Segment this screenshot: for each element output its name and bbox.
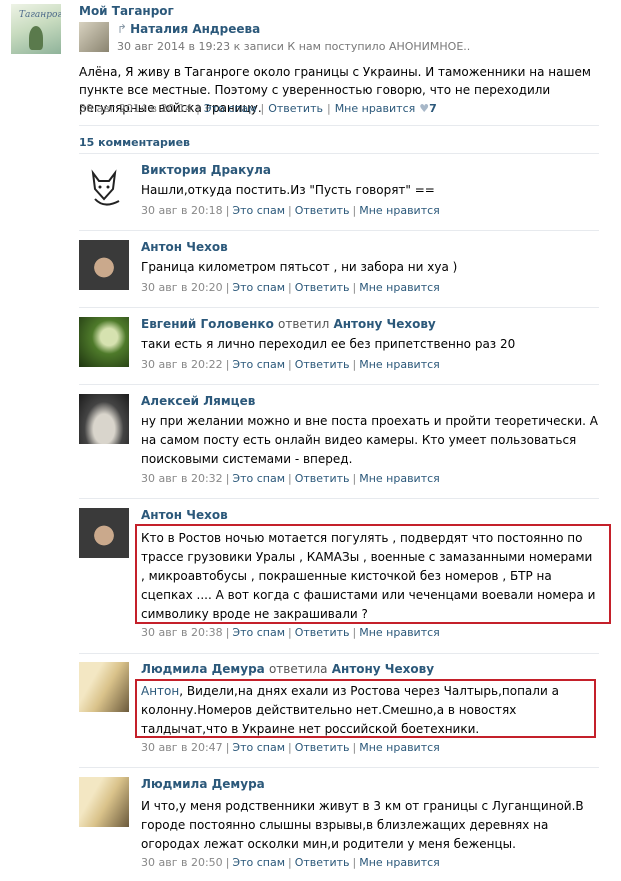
comment-date[interactable]: 30 авг в 20:32 <box>141 472 223 485</box>
comment-text: ну при желании можно и вне поста проехат… <box>141 414 598 466</box>
reply-link[interactable]: Ответить <box>295 358 350 371</box>
post-like-count[interactable]: 7 <box>429 102 437 115</box>
comment: Евгений Головенко ответил Антону Чехову … <box>79 317 599 379</box>
heart-icon[interactable]: ♥ <box>419 102 429 115</box>
group-avatar[interactable]: Таганрог <box>11 4 61 54</box>
spam-link[interactable]: Это спам <box>232 358 285 371</box>
commenter-avatar[interactable] <box>79 662 129 712</box>
divider <box>79 125 599 126</box>
comment-author[interactable]: Людмила Демура <box>141 662 265 676</box>
comment-date[interactable]: 30 авг в 20:20 <box>141 281 223 294</box>
commenter-avatar[interactable] <box>79 777 129 827</box>
divider <box>79 230 599 231</box>
comment-author-line: Людмила Демура ответила Антону Чехову <box>141 662 434 676</box>
comment-author[interactable]: Алексей Лямцев <box>141 394 255 408</box>
group-name-link[interactable]: Мой Таганрог <box>79 4 174 18</box>
like-link[interactable]: Мне нравится <box>359 856 440 869</box>
comment: Антон Чехов Граница километром пятьсот ,… <box>79 240 599 302</box>
spam-link[interactable]: Это спам <box>232 472 285 485</box>
reply-to-link[interactable]: Антону Чехову <box>333 317 435 331</box>
comment-meta: 30 авг в 20:18 | Это спам | Ответить | Мне нра… <box>141 204 440 217</box>
post-reply-link[interactable]: Ответить <box>268 102 323 115</box>
comment-meta: 30 авг в 20:22 | Это спам | Ответить | Мне нра… <box>141 358 440 371</box>
divider <box>79 153 599 154</box>
commenter-avatar[interactable] <box>79 317 129 367</box>
post-like-link[interactable]: Мне нравится <box>335 102 416 115</box>
repost-author-link[interactable]: Наталия Андреева <box>130 22 260 36</box>
comment-date[interactable]: 30 авг в 20:18 <box>141 204 223 217</box>
comment-author[interactable]: Антон Чехов <box>141 240 228 254</box>
divider <box>79 767 599 768</box>
reply-link[interactable]: Ответить <box>295 741 350 754</box>
repost-arrow-icon: ↱ <box>117 22 128 36</box>
like-link[interactable]: Мне нравится <box>359 741 440 754</box>
divider <box>79 384 599 385</box>
comment: Алексей Лямцев ну при желании можно и вн… <box>79 394 599 492</box>
spam-link[interactable]: Это спам <box>232 281 285 294</box>
like-link[interactable]: Мне нравится <box>359 358 440 371</box>
like-link[interactable]: Мне нравится <box>359 472 440 485</box>
comment: Виктория Дракула Нашли,откуда постить.Из… <box>79 163 599 225</box>
spam-link[interactable]: Это спам <box>232 626 285 639</box>
comment-meta: 30 авг в 20:47 | Это спам | Ответить | Мне нра… <box>141 741 440 754</box>
like-link[interactable]: Мне нравится <box>359 204 440 217</box>
comment-author[interactable]: Евгений Головенко <box>141 317 274 331</box>
repost-author: ↱ Наталия Андреева <box>117 22 260 36</box>
comment-meta: 30 авг в 20:50 | Это спам | Ответить | Мне нра… <box>141 856 440 869</box>
divider <box>79 653 599 654</box>
comment-author[interactable]: Антон Чехов <box>141 508 228 522</box>
spam-link[interactable]: Это спам <box>232 856 285 869</box>
spam-link[interactable]: Это спам <box>232 741 285 754</box>
comment-meta: 30 авг в 20:38 | Это спам | Ответить | Мне нра… <box>141 626 440 639</box>
like-link[interactable]: Мне нравится <box>359 626 440 639</box>
comment-author-line: Евгений Головенко ответил Антону Чехову <box>141 317 436 331</box>
comment-author[interactable]: Людмила Демура <box>141 777 265 791</box>
like-link[interactable]: Мне нравится <box>359 281 440 294</box>
divider <box>79 498 599 499</box>
post-meta: 30 авг 2014 в 20:14 | Это спам | Ответить | Мн… <box>79 102 437 115</box>
replied-word: ответила <box>268 662 328 676</box>
comment-date[interactable]: 30 авг в 20:22 <box>141 358 223 371</box>
tree-icon <box>29 26 43 50</box>
comment-text: И что,у меня родственники живут в 3 км о… <box>141 799 584 851</box>
reply-link[interactable]: Ответить <box>295 281 350 294</box>
repost-meta[interactable]: 30 авг 2014 в 19:23 к записи К нам посту… <box>117 40 470 53</box>
commenter-avatar[interactable] <box>79 508 129 558</box>
fox-icon <box>91 169 120 206</box>
highlight-box <box>135 524 611 624</box>
spam-link[interactable]: Это спам <box>232 204 285 217</box>
comment: Людмила Демура И что,у меня родственники… <box>79 777 599 875</box>
highlight-box <box>135 679 596 738</box>
reply-link[interactable]: Ответить <box>295 626 350 639</box>
commenter-avatar[interactable] <box>79 163 129 213</box>
repost-author-avatar[interactable] <box>79 22 109 52</box>
post-spam-link[interactable]: Это спам <box>204 102 257 115</box>
comment-meta: 30 авг в 20:32 | Это спам | Ответить | Мне нра… <box>141 472 440 485</box>
reply-to-link[interactable]: Антону Чехову <box>332 662 434 676</box>
group-avatar-text: Таганрог <box>19 10 61 20</box>
commenter-avatar[interactable] <box>79 240 129 290</box>
reply-link[interactable]: Ответить <box>295 472 350 485</box>
comment-author[interactable]: Виктория Дракула <box>141 163 271 177</box>
replied-word: ответил <box>278 317 330 331</box>
comment-meta: 30 авг в 20:20 | Это спам | Ответить | Мне нра… <box>141 281 440 294</box>
comment-text: Граница километром пятьсот , ни забора н… <box>141 260 458 274</box>
post-date[interactable]: 30 авг 2014 в 20:14 <box>79 102 192 115</box>
divider <box>79 307 599 308</box>
reply-link[interactable]: Ответить <box>295 204 350 217</box>
comments-count[interactable]: 15 комментариев <box>79 136 190 149</box>
comment-date[interactable]: 30 авг в 20:47 <box>141 741 223 754</box>
comment-date[interactable]: 30 авг в 20:38 <box>141 626 223 639</box>
comment-text: таки есть я лично переходил ее без припе… <box>141 337 516 351</box>
reply-link[interactable]: Ответить <box>295 856 350 869</box>
comment-date[interactable]: 30 авг в 20:50 <box>141 856 223 869</box>
commenter-avatar[interactable] <box>79 394 129 444</box>
comment-text: Нашли,откуда постить.Из "Пусть говорят" … <box>141 183 435 197</box>
